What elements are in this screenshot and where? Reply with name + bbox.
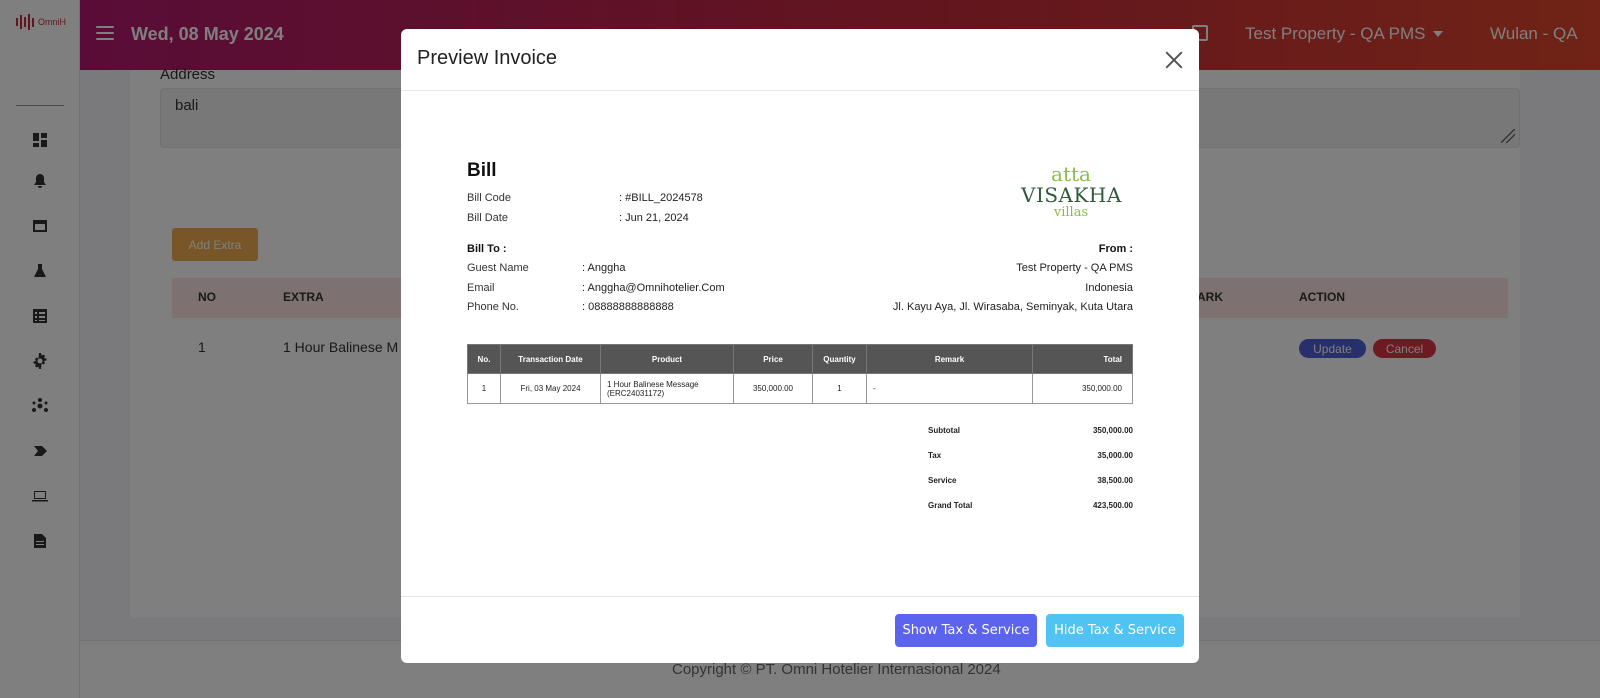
bill-date-label: Bill Date (467, 212, 508, 224)
brand-line3: villas (1053, 205, 1089, 220)
show-tax-service-button[interactable]: Show Tax & Service (895, 614, 1037, 647)
close-icon[interactable] (1163, 49, 1185, 71)
th-total: Total (1032, 344, 1133, 374)
tax-value: 35,000.00 (1097, 451, 1133, 460)
th-date: Transaction Date (500, 344, 601, 374)
cell-price: 350,000.00 (733, 373, 813, 404)
th-product: Product (600, 344, 734, 374)
subtotal-label: Subtotal (928, 426, 960, 435)
brand-line1: atta (1051, 162, 1091, 186)
service-label: Service (928, 476, 957, 485)
cell-date: Fri, 03 May 2024 (500, 373, 601, 404)
preview-invoice-modal: Preview Invoice Bill Bill Code : #BILL_2… (401, 29, 1199, 663)
grand-total-label: Grand Total (928, 501, 973, 510)
cell-quantity: 1 (812, 373, 867, 404)
invoice-title: Bill (467, 160, 497, 181)
product-name: 1 Hour Balinese Message (607, 379, 699, 389)
brand-line2: VISAKHA (1021, 183, 1122, 207)
invoice-table-header: No. Transaction Date Product Price Quant… (467, 344, 1133, 374)
brand-logo: atta VISAKHA villas (1021, 164, 1121, 220)
product-code: (ERC24031172) (607, 388, 665, 398)
invoice-table: No. Transaction Date Product Price Quant… (467, 344, 1133, 404)
hide-tax-service-button[interactable]: Hide Tax & Service (1046, 614, 1184, 647)
from-name: Test Property - QA PMS (1016, 262, 1133, 274)
th-price: Price (733, 344, 813, 374)
guest-name-value: : Anggha (582, 262, 626, 274)
bill-code-value: : #BILL_2024578 (619, 192, 703, 204)
bill-code-label: Bill Code (467, 192, 512, 204)
modal-footer: Show Tax & Service Hide Tax & Service (401, 596, 1199, 663)
cell-remark: - (866, 373, 1033, 404)
bill-date-value: : Jun 21, 2024 (619, 212, 689, 224)
th-remark: Remark (866, 344, 1033, 374)
cell-no: 1 (467, 373, 501, 404)
table-row: 1 Fri, 03 May 2024 1 Hour Balinese Messa… (467, 373, 1133, 404)
phone-value: : 08888888888888 (582, 301, 674, 313)
from-address: Jl. Kayu Aya, Jl. Wirasaba, Seminyak, Ku… (892, 301, 1133, 313)
modal-title: Preview Invoice (417, 47, 558, 69)
bill-to-label: Bill To : (467, 243, 507, 255)
subtotal-value: 350,000.00 (1092, 426, 1133, 435)
from-country: Indonesia (1085, 282, 1133, 294)
modal-header: Preview Invoice (401, 29, 1199, 91)
email-label: Email (467, 282, 495, 294)
service-value: 38,500.00 (1097, 476, 1133, 485)
from-label: From : (1098, 243, 1133, 255)
th-quantity: Quantity (812, 344, 867, 374)
cell-product: 1 Hour Balinese Message (ERC24031172) (600, 373, 734, 404)
th-no: No. (467, 344, 501, 374)
email-value: : Anggha@Omnihotelier.Com (582, 282, 725, 294)
cell-total: 350,000.00 (1032, 373, 1133, 404)
tax-label: Tax (928, 451, 942, 460)
guest-name-label: Guest Name (467, 262, 529, 274)
phone-label: Phone No. (467, 301, 519, 313)
grand-total-value: 423,500.00 (1092, 501, 1133, 510)
